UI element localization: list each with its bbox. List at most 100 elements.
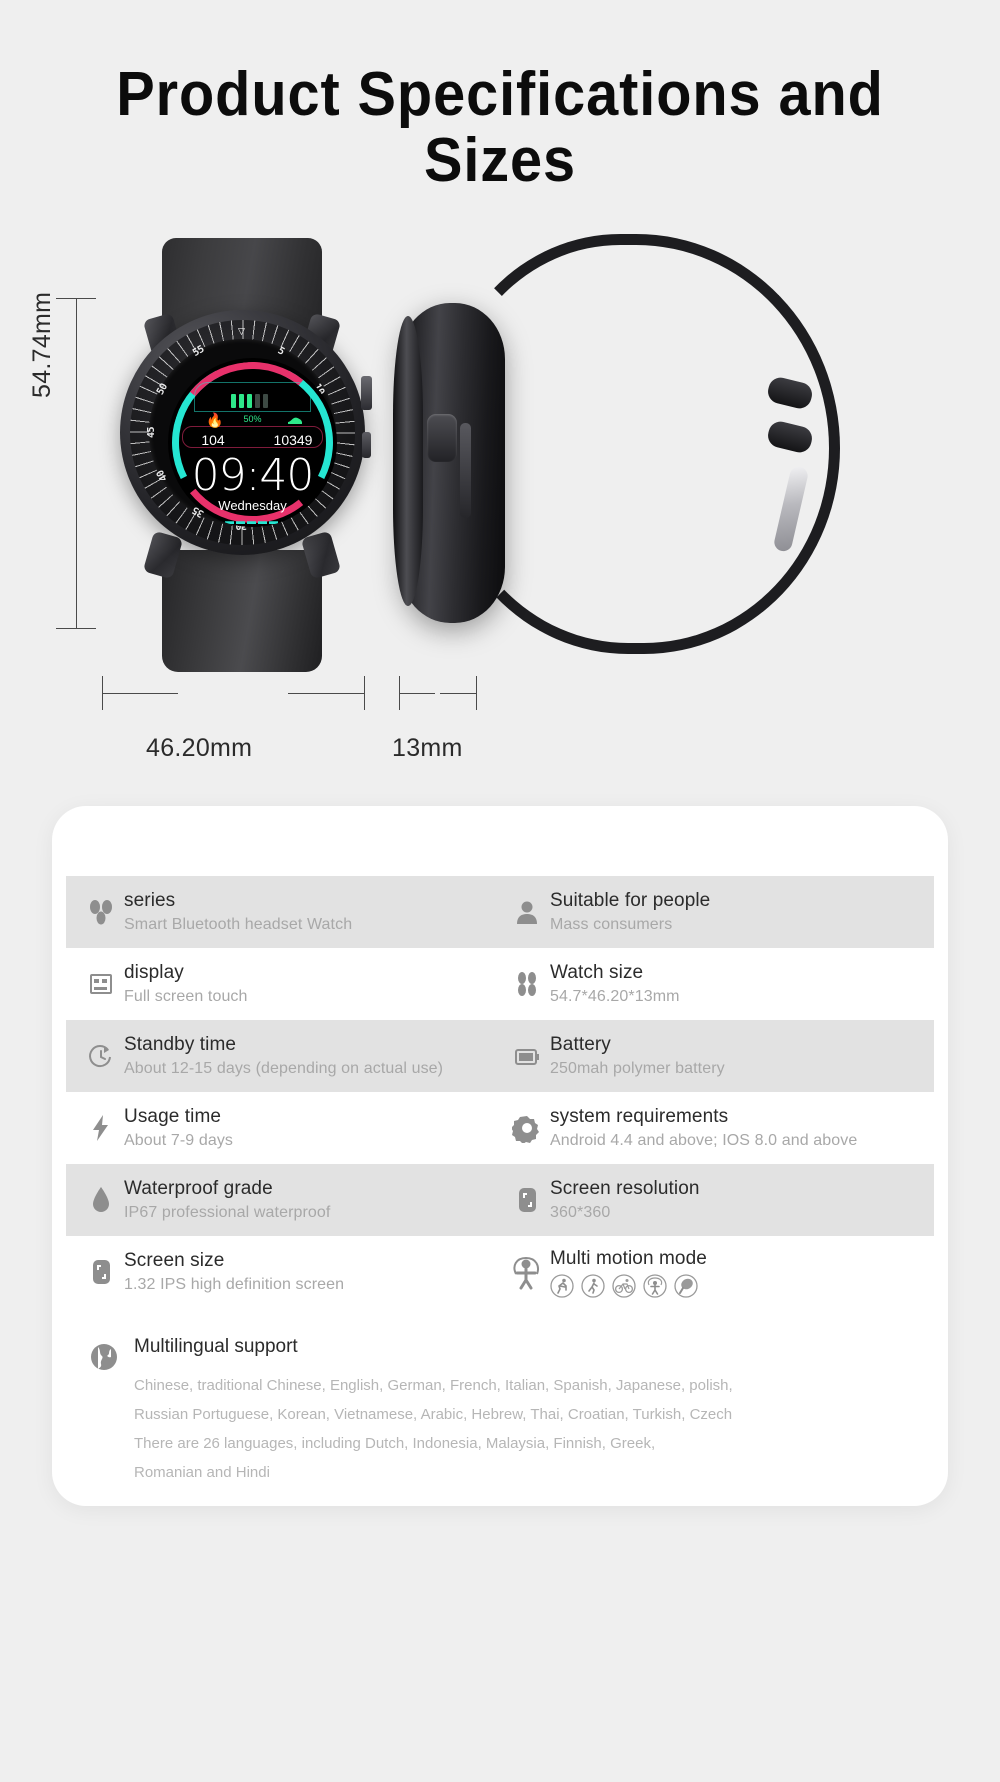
running-icon (550, 1273, 574, 1298)
watch-progress-dashes: ▬▬▬▬▬ (225, 516, 280, 526)
width-dimension-group: 46.20mm 13mm (0, 676, 1000, 762)
spec-key: system requirements (550, 1105, 729, 1127)
spec-cell: Suitable for people Mass consumers (500, 876, 934, 948)
molecule-icon (78, 897, 124, 927)
spec-key: Waterproof grade (124, 1177, 273, 1199)
spec-value: IP67 professional waterproof (124, 1203, 331, 1221)
watch-calories-value: 104 (201, 432, 225, 448)
watch-weekday: Wednesday (218, 498, 287, 513)
watch-front-view: ▽ 5 10 15 20 25 30 35 40 45 50 55 (110, 238, 375, 672)
dimension-line (288, 693, 364, 694)
multilingual-body: Multilingual support Chinese, traditiona… (130, 1336, 733, 1487)
specifications-card: series Smart Bluetooth headset Watch Sui… (52, 806, 948, 1506)
spec-key: Battery (550, 1033, 611, 1055)
spec-key: Watch size (550, 961, 644, 983)
fitness-icon (643, 1273, 667, 1298)
watch-side-button-icon (362, 432, 371, 458)
watch-strap-bottom (162, 550, 322, 672)
table-row: display Full screen touch Watch size 54.… (66, 948, 934, 1020)
gear-icon (504, 1113, 550, 1143)
watch-side-button-small[interactable] (460, 423, 471, 518)
watch-battery-percent: 50% (243, 414, 262, 424)
water-drop-icon (78, 1185, 124, 1215)
watch-side-rim (393, 316, 423, 606)
spec-key: Multi motion mode (550, 1247, 707, 1269)
spec-cell: series Smart Bluetooth headset Watch (66, 876, 500, 948)
watch-side-view (393, 228, 860, 668)
watch-steps-value: 10349 (273, 432, 313, 448)
watch-crown-icon (361, 376, 372, 410)
dimension-line (399, 693, 435, 694)
spec-key: display (124, 961, 184, 983)
spec-key: Suitable for people (550, 889, 711, 911)
watch-time: 09:40 (191, 450, 315, 501)
bolt-icon (78, 1113, 124, 1143)
spec-key: Standby time (124, 1033, 237, 1055)
thickness-dimension-label: 13mm (392, 734, 463, 762)
spec-value: Smart Bluetooth headset Watch (124, 915, 353, 933)
specifications-table: series Smart Bluetooth headset Watch Sui… (66, 876, 934, 1308)
spec-value: Full screen touch (124, 987, 248, 1005)
battery-icon (504, 1042, 550, 1070)
spec-value: About 12-15 days (depending on actual us… (124, 1059, 444, 1077)
spec-key: series (124, 889, 176, 911)
motion-mode-icons (550, 1273, 707, 1298)
screen-icon (78, 1257, 124, 1287)
multilingual-line: Russian Portuguese, Korean, Vietnamese, … (134, 1406, 733, 1423)
spec-value: 54.7*46.20*13mm (550, 987, 680, 1005)
person-icon (504, 898, 550, 926)
width-dimension-label: 46.20mm (146, 734, 253, 762)
watch-side-button-large[interactable] (427, 414, 457, 462)
table-row: Screen size 1.32 IPS high definition scr… (66, 1236, 934, 1308)
multilingual-line: Romanian and Hindi (134, 1464, 270, 1481)
product-spec-page: Product Specifications and Sizes 54.74mm… (0, 0, 1000, 1782)
bezel-marker-top-icon: ▽ (238, 326, 245, 336)
spec-cell: Multi motion mode (500, 1236, 934, 1308)
watch-case: ▽ 5 10 15 20 25 30 35 40 45 50 55 (120, 310, 372, 555)
walking-icon (581, 1273, 605, 1298)
table-row: Standby time About 12-15 days (depending… (66, 1020, 934, 1092)
spec-cell: display Full screen touch (66, 948, 500, 1020)
watch-screen[interactable]: 50% 🔥 104 10349 09:40 Wednesday ▬▬▬▬▬ (168, 358, 337, 527)
dimension-line (440, 693, 476, 694)
flame-icon: 🔥 (206, 412, 224, 428)
table-row: Waterproof grade IP67 professional water… (66, 1164, 934, 1236)
spec-value: 360*360 (550, 1203, 611, 1221)
bezel-number: 45 (146, 426, 158, 439)
spec-value: About 7-9 days (124, 1131, 234, 1149)
dimension-line (102, 693, 178, 694)
table-row: Usage time About 7-9 days system require… (66, 1092, 934, 1164)
racket-icon (674, 1273, 698, 1298)
cycling-icon (612, 1273, 636, 1298)
height-dimension-cap-bottom (56, 628, 96, 629)
globe-icon (78, 1336, 130, 1487)
spec-cell: Screen size 1.32 IPS high definition scr… (66, 1236, 500, 1308)
clock-refresh-icon (78, 1041, 124, 1071)
product-photo-area: 54.74mm ▽ 5 10 15 20 25 30 (0, 228, 1000, 788)
spec-value: Mass consumers (550, 915, 673, 933)
dimension-tick (476, 676, 477, 710)
spec-cell: Waterproof grade IP67 professional water… (66, 1164, 500, 1236)
multilingual-title: Multilingual support (134, 1336, 298, 1357)
multilingual-line: There are 26 languages, including Dutch,… (134, 1435, 656, 1452)
watch-bezel: ▽ 5 10 15 20 25 30 35 40 45 50 55 (130, 320, 355, 545)
watch-battery-bars-icon (231, 394, 268, 408)
spec-value: 1.32 IPS high definition screen (124, 1275, 345, 1293)
spec-cell: Watch size 54.7*46.20*13mm (500, 948, 934, 1020)
jump-rope-icon (504, 1254, 550, 1290)
spec-cell: Screen resolution 360*360 (500, 1164, 934, 1236)
display-icon (78, 970, 124, 998)
dimension-tick (364, 676, 365, 710)
page-title: Product Specifications and Sizes (116, 60, 884, 195)
multilingual-support-section: Multilingual support Chinese, traditiona… (78, 1336, 918, 1487)
shoe-icon (287, 412, 303, 428)
clover-icon (504, 970, 550, 998)
spec-cell: system requirements Android 4.4 and abov… (500, 1092, 934, 1164)
spec-cell: Standby time About 12-15 days (depending… (66, 1020, 500, 1092)
height-dimension-cap-top (56, 298, 96, 299)
spec-key: Usage time (124, 1105, 222, 1127)
table-row: series Smart Bluetooth headset Watch Sui… (66, 876, 934, 948)
spec-cell: Usage time About 7-9 days (66, 1092, 500, 1164)
spec-key: Screen size (124, 1249, 225, 1271)
height-dimension-line (76, 298, 77, 628)
